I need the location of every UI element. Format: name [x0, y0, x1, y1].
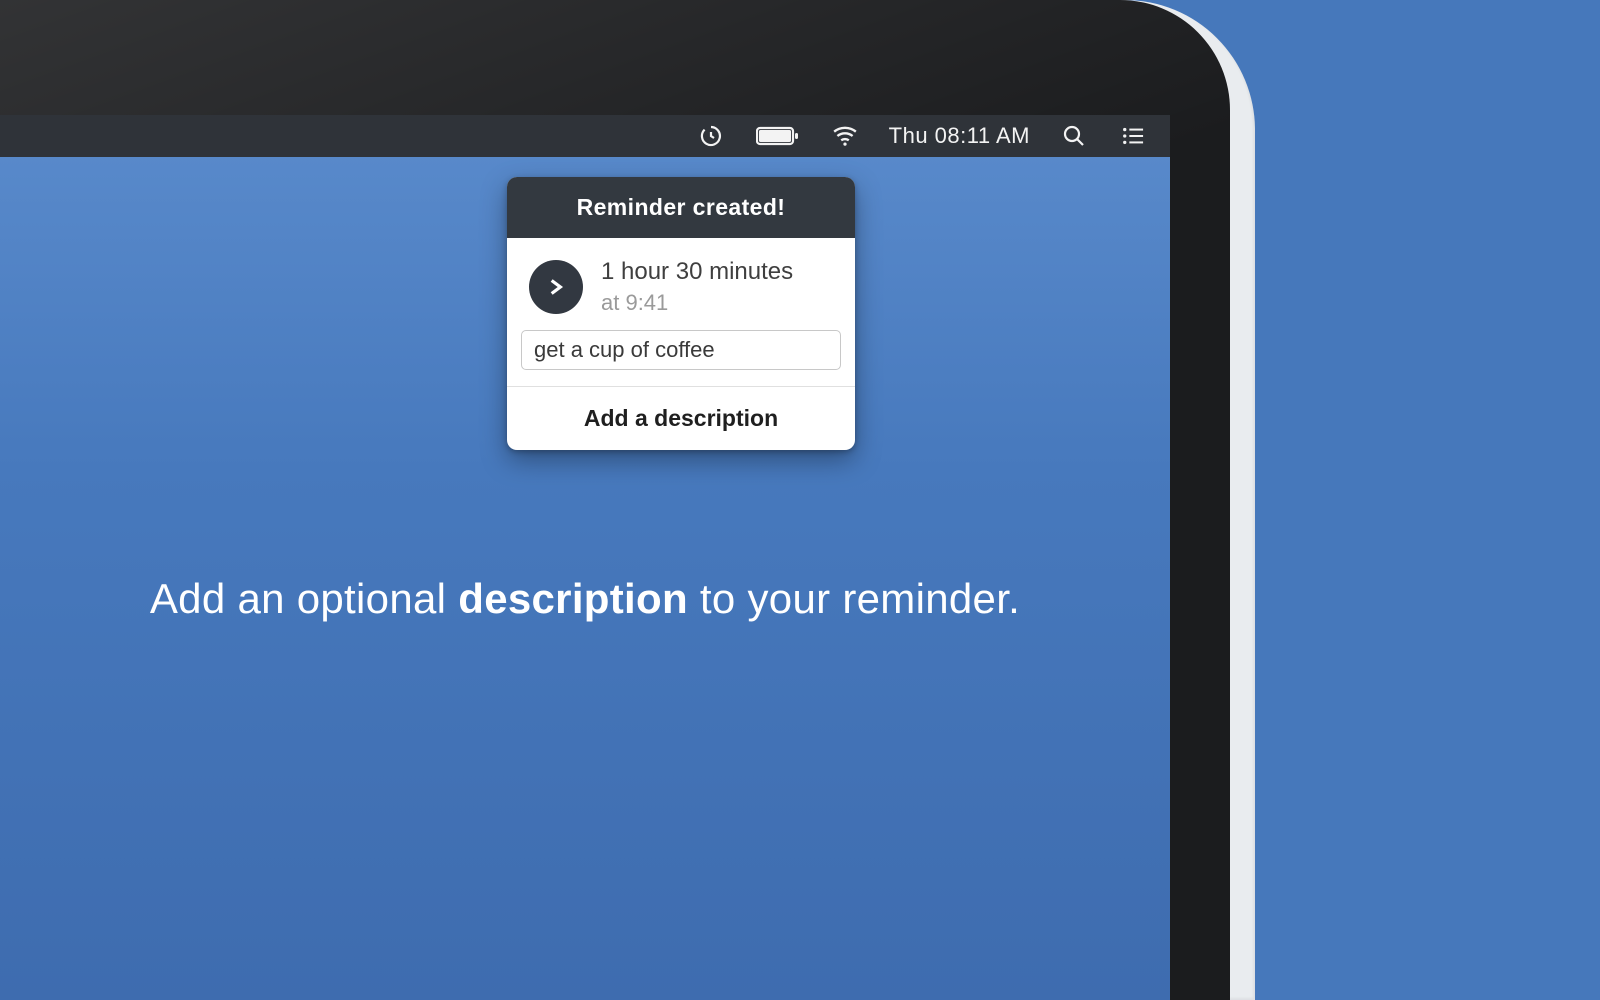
reminder-duration: 1 hour 30 minutes: [601, 258, 793, 286]
description-input[interactable]: [521, 330, 841, 370]
notification-center-icon[interactable]: [1118, 120, 1148, 152]
chevron-right-icon: [529, 260, 583, 314]
caption-pre: Add an optional: [150, 575, 458, 622]
footer-label: Add a description: [584, 405, 778, 431]
menubar: Thu 08:11 AM: [0, 115, 1170, 157]
wifi-icon[interactable]: [829, 120, 861, 152]
popover-title: Reminder created!: [507, 177, 855, 238]
popover-footer: Add a description: [507, 386, 855, 450]
search-icon[interactable]: [1058, 120, 1090, 152]
reminder-popover: Reminder created! 1 hour 30 minutes at 9…: [507, 177, 855, 450]
menubar-clock[interactable]: Thu 08:11 AM: [889, 123, 1030, 149]
caption-text: Add an optional description to your remi…: [0, 575, 1170, 623]
caption-bold: description: [458, 575, 688, 622]
reminder-summary: 1 hour 30 minutes at 9:41: [507, 238, 855, 330]
battery-icon[interactable]: [755, 120, 801, 152]
caption-post: to your reminder.: [688, 575, 1020, 622]
gestimer-menubar-icon[interactable]: [695, 120, 727, 152]
reminder-time: at 9:41: [601, 290, 793, 316]
